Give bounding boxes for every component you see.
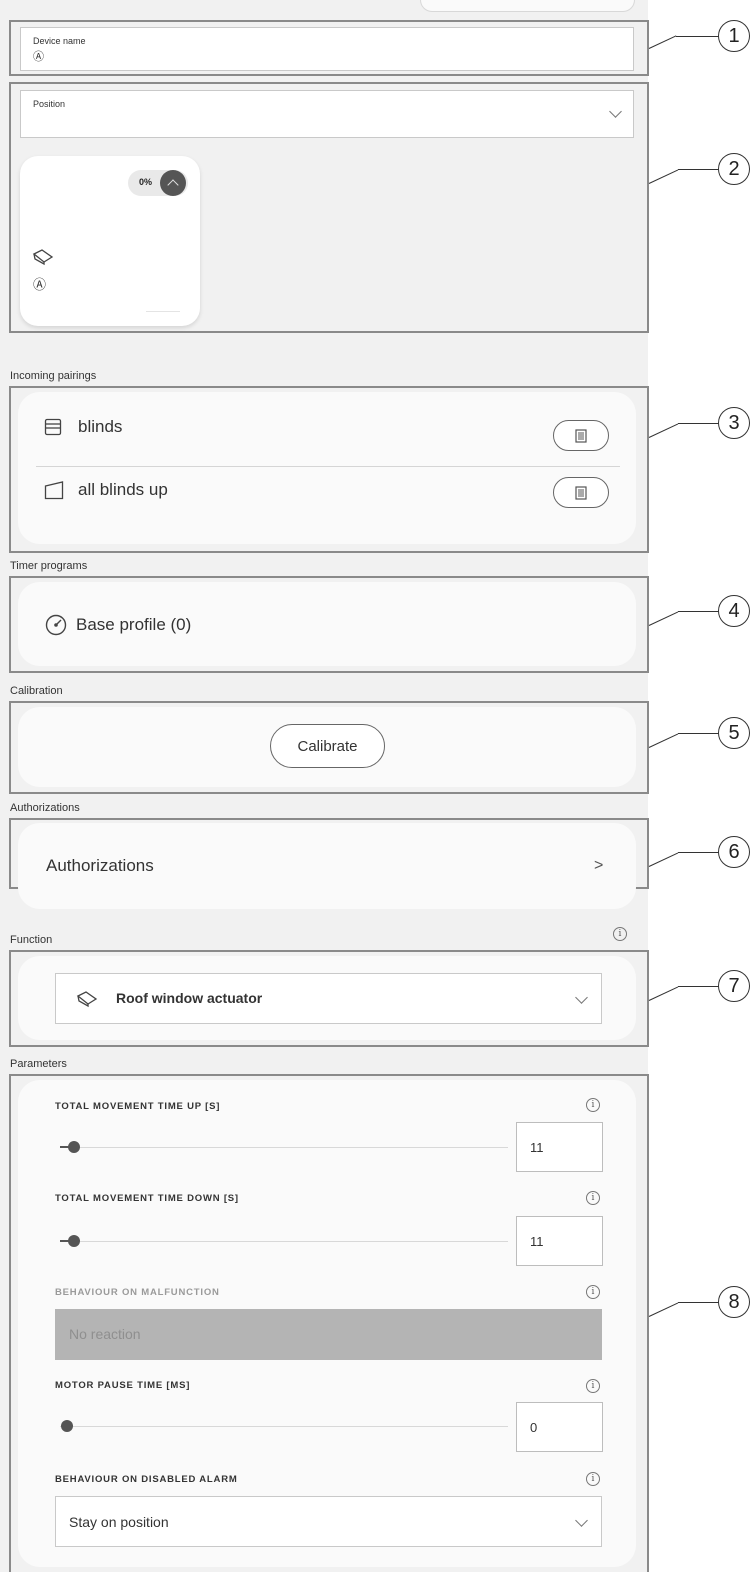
device-name-label: Device name (33, 36, 86, 46)
chevron-down-icon (575, 1514, 588, 1527)
position-tile[interactable]: 0% Ⓐ (20, 156, 200, 326)
motor-pause-slider-track[interactable] (60, 1426, 508, 1427)
authorizations-heading: Authorizations (10, 802, 80, 814)
motor-pause-value: 0 (530, 1419, 538, 1435)
total-down-slider-track[interactable] (60, 1241, 508, 1242)
position-label: Position (33, 99, 66, 109)
disabled-alarm-select[interactable]: Stay on position (55, 1496, 602, 1547)
total-up-slider-handle[interactable] (68, 1141, 80, 1153)
chevron-down-icon (575, 991, 588, 1004)
pairing-label-all-blinds-up: all blinds up (78, 480, 168, 499)
timer-programs-heading: Timer programs (10, 560, 88, 572)
callout-leader-3 (648, 423, 679, 438)
total-up-input[interactable]: 11 (516, 1122, 603, 1172)
motor-pause-info-icon[interactable]: i (586, 1379, 600, 1393)
callout-leader-5 (648, 733, 679, 748)
callout-leader-1b (676, 36, 719, 37)
total-down-input[interactable]: 11 (516, 1216, 603, 1266)
malfunction-value: No reaction (69, 1326, 141, 1342)
disabled-alarm-value: Stay on position (69, 1514, 169, 1530)
blind-open-icon (44, 481, 64, 500)
total-up-value: 11 (530, 1139, 544, 1155)
motor-pause-input[interactable]: 0 (516, 1402, 603, 1452)
callout-7: 7 (718, 970, 750, 1002)
pairing-divider (36, 466, 620, 467)
callout-6: 6 (718, 836, 750, 868)
callout-3: 3 (718, 407, 750, 439)
callout-leader-8b (678, 1302, 719, 1303)
callout-leader-4b (678, 611, 719, 612)
callout-leader-4 (648, 611, 679, 626)
tile-divider (146, 311, 180, 312)
top-card-edge (420, 0, 635, 12)
callout-leader-7b (678, 986, 719, 987)
function-select[interactable]: Roof window actuator (55, 973, 602, 1024)
calibration-heading: Calibration (10, 685, 63, 697)
total-down-label: TOTAL MOVEMENT TIME DOWN [S] (55, 1193, 239, 1204)
parameters-heading: Parameters (10, 1058, 67, 1070)
function-heading: Function (10, 934, 53, 946)
trash-icon (575, 485, 587, 500)
callout-leader-5b (678, 733, 719, 734)
delete-pairing-button[interactable] (553, 420, 609, 451)
total-down-info-icon[interactable]: i (586, 1191, 600, 1205)
callout-5: 5 (718, 717, 750, 749)
callout-leader-2b (678, 169, 719, 170)
callout-4: 4 (718, 595, 750, 627)
total-down-value: 11 (530, 1233, 544, 1249)
incoming-pairings-card (18, 392, 636, 544)
total-down-slider-handle[interactable] (68, 1235, 80, 1247)
clock-check-icon (45, 614, 67, 636)
roof-window-icon (76, 991, 98, 1008)
disabled-alarm-label: BEHAVIOUR ON DISABLED ALARM (55, 1474, 238, 1485)
timer-program-base-profile[interactable]: Base profile (0) (76, 615, 191, 635)
position-tile-name: Ⓐ (33, 277, 47, 292)
callout-leader-7 (648, 986, 679, 1001)
device-name-value: Ⓐ (33, 51, 44, 63)
malfunction-label: BEHAVIOUR ON MALFUNCTION (55, 1287, 220, 1298)
total-up-info-icon[interactable]: i (586, 1098, 600, 1112)
position-up-button[interactable] (160, 170, 186, 196)
callout-leader-3b (678, 423, 719, 424)
malfunction-select-disabled: No reaction (55, 1309, 602, 1360)
authorizations-row-label: Authorizations (46, 856, 154, 875)
roof-window-icon (32, 249, 54, 266)
chevron-up-icon (167, 179, 179, 191)
pairing-label-blinds: blinds (78, 417, 123, 436)
position-select[interactable]: Position (20, 90, 634, 138)
malfunction-info-icon[interactable]: i (586, 1285, 600, 1299)
delete-pairing-button[interactable] (553, 477, 609, 508)
callout-leader-1 (648, 35, 677, 49)
incoming-pairings-heading: Incoming pairings (10, 370, 97, 382)
callout-8: 8 (718, 1286, 750, 1318)
callout-leader-6b (678, 852, 719, 853)
device-name-field[interactable]: Device name Ⓐ (20, 27, 634, 71)
callout-leader-8 (648, 1302, 679, 1317)
position-percent: 0% (139, 177, 153, 187)
callout-leader-6 (648, 852, 679, 867)
total-up-slider-track[interactable] (60, 1147, 508, 1148)
motor-pause-slider-handle[interactable] (61, 1420, 73, 1432)
trash-icon (575, 428, 587, 443)
function-info-icon[interactable]: i (613, 927, 627, 941)
disabled-alarm-info-icon[interactable]: i (586, 1472, 600, 1486)
calibrate-button[interactable]: Calibrate (270, 724, 385, 768)
blind-closed-icon (44, 418, 62, 436)
chevron-down-icon (609, 105, 622, 118)
motor-pause-label: MOTOR PAUSE TIME [MS] (55, 1380, 191, 1391)
callout-1: 1 (718, 20, 750, 52)
total-up-label: TOTAL MOVEMENT TIME UP [S] (55, 1101, 221, 1112)
calibrate-button-label: Calibrate (297, 737, 358, 755)
chevron-right-icon: > (594, 857, 604, 874)
callout-2: 2 (718, 153, 750, 185)
callout-leader-2 (648, 169, 679, 184)
function-value: Roof window actuator (116, 990, 263, 1006)
